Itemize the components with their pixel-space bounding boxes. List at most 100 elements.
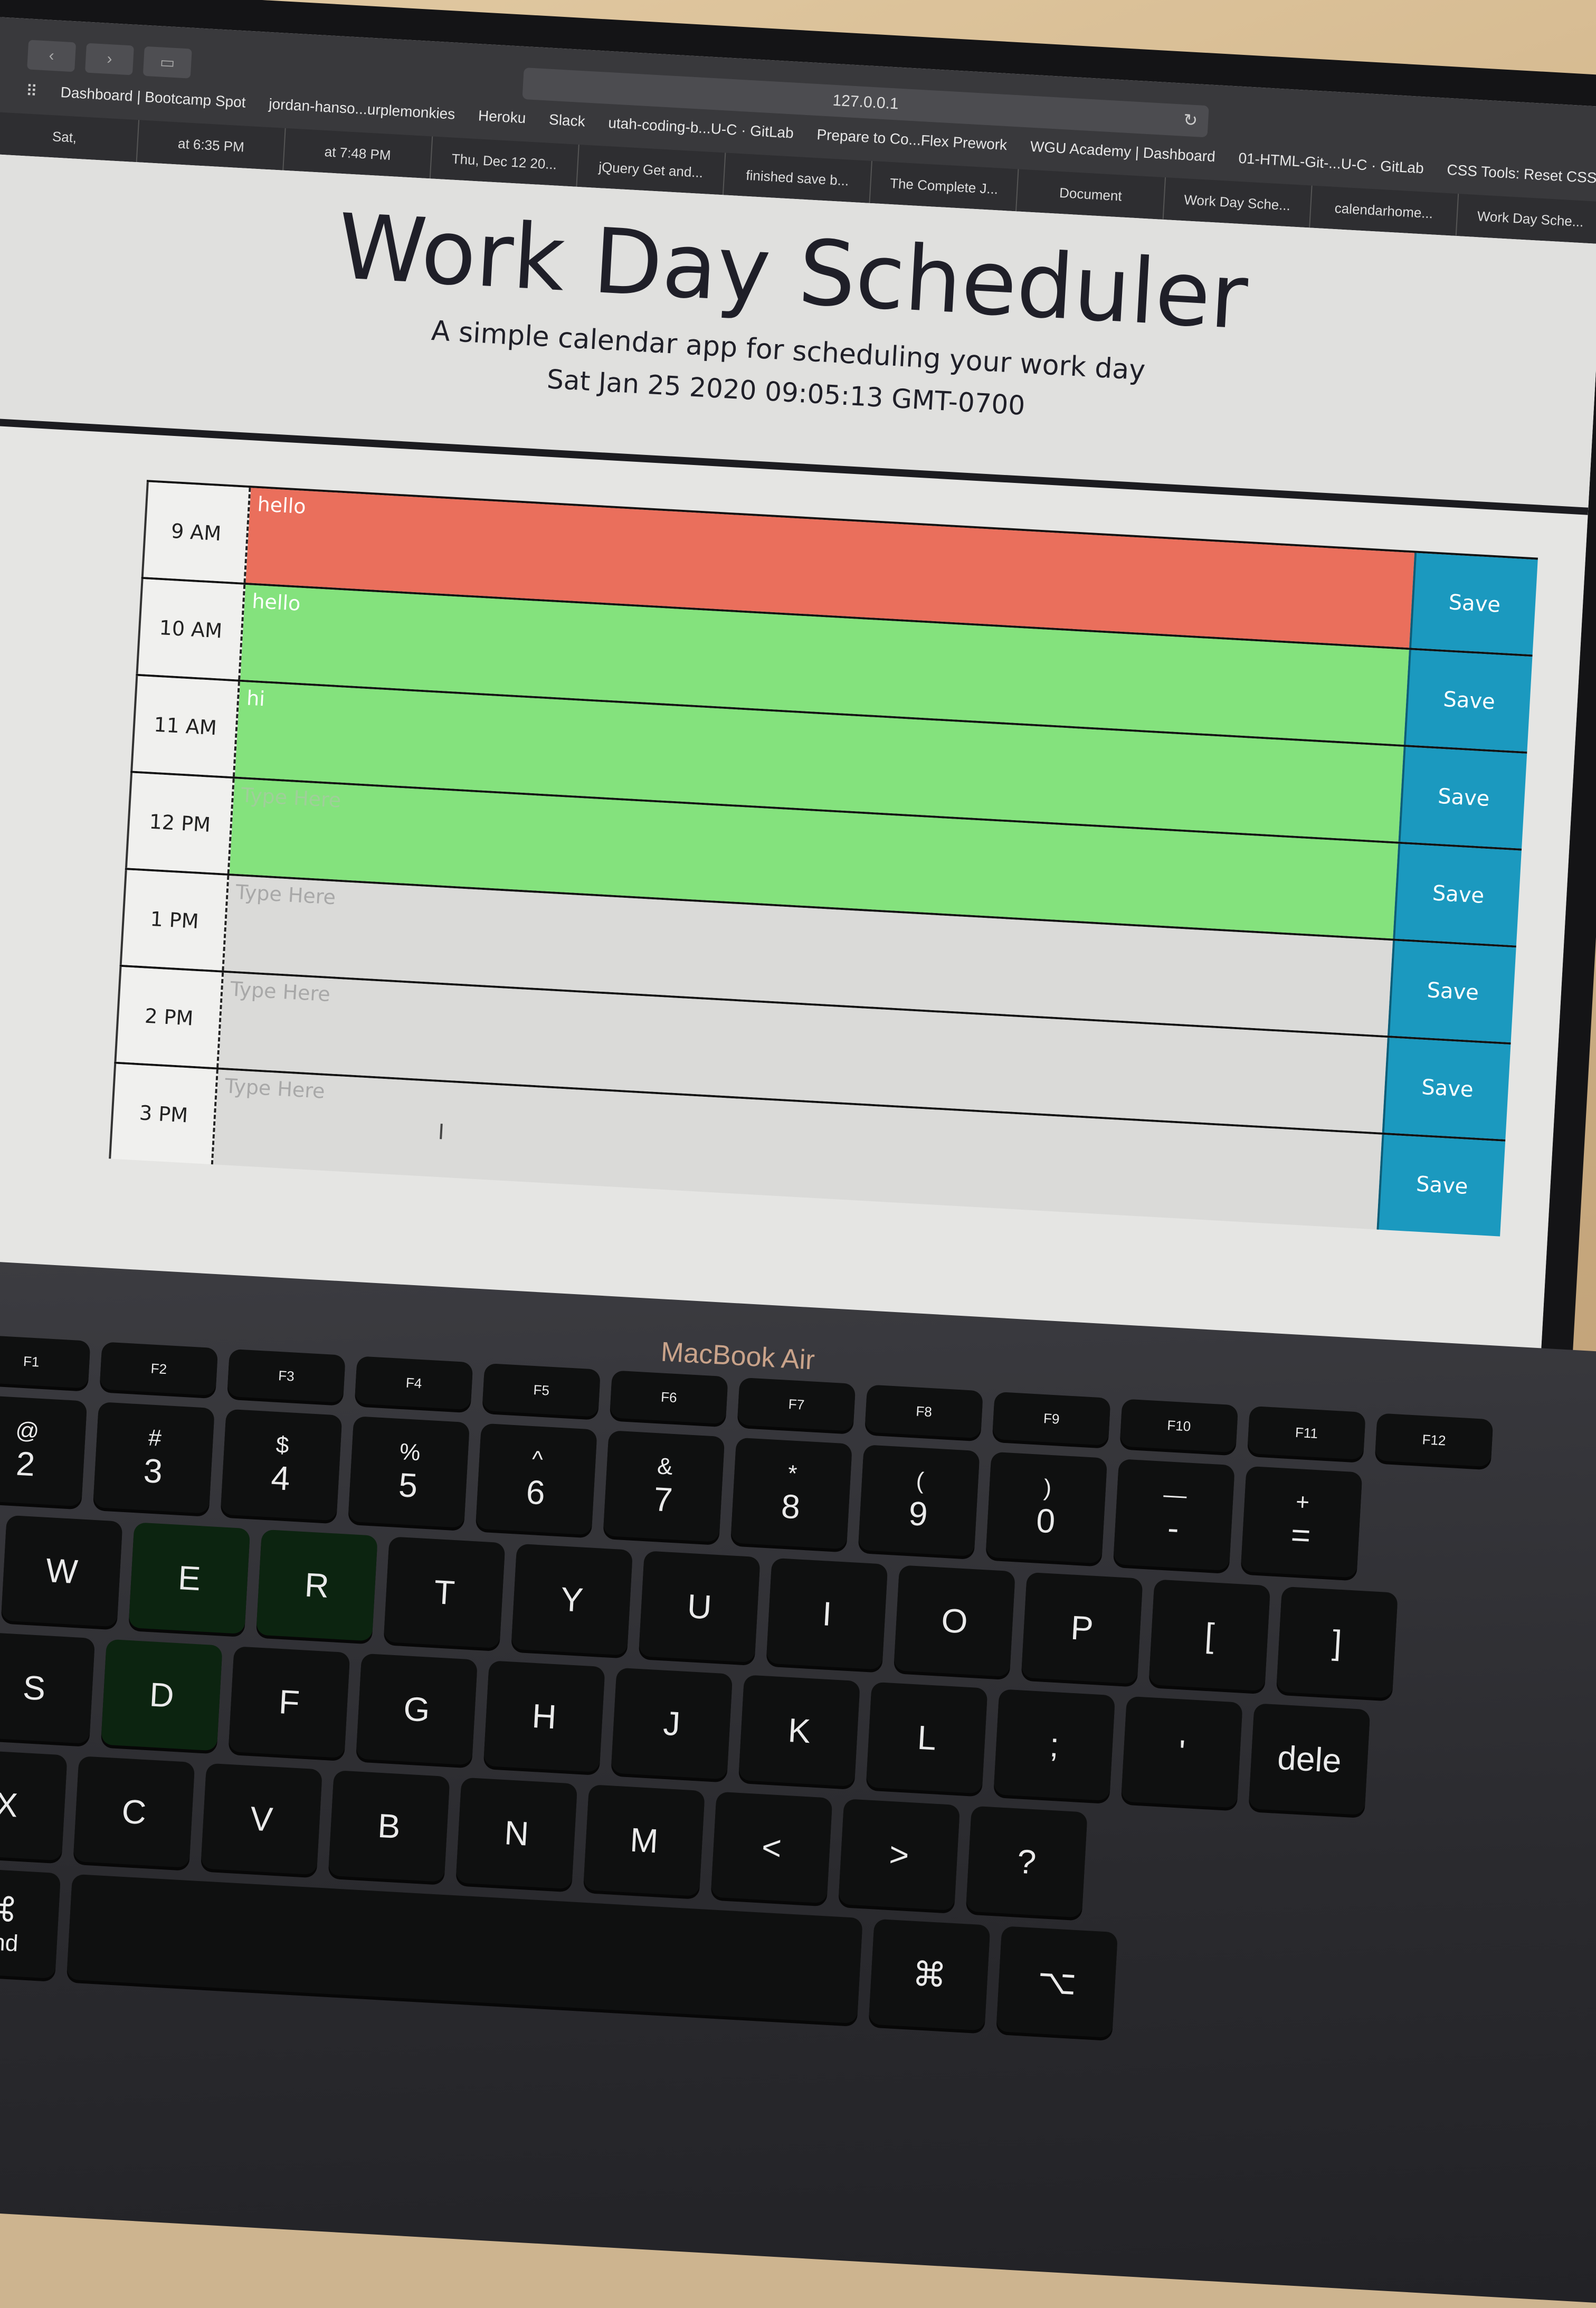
bookmark-item[interactable]: Slack <box>548 111 585 132</box>
key[interactable]: @2 <box>0 1394 88 1507</box>
key[interactable]: C <box>73 1755 195 1868</box>
address-text: 127.0.0.1 <box>832 91 899 113</box>
browser-tab[interactable]: at 6:35 PM <box>137 120 287 170</box>
reload-icon[interactable]: ↻ <box>1183 110 1198 130</box>
bookmark-item[interactable]: Prepare to Co...Flex Prework <box>816 126 1008 155</box>
bookmark-item[interactable]: CSS Tools: Reset CSS <box>1446 162 1596 188</box>
key[interactable]: E <box>128 1522 251 1635</box>
key[interactable]: < <box>710 1791 833 1904</box>
key[interactable]: #3 <box>93 1402 215 1514</box>
delete-key[interactable]: dele <box>1248 1703 1371 1816</box>
key[interactable]: K <box>738 1675 860 1787</box>
command-key[interactable]: ⌘ and <box>0 1867 61 1979</box>
key[interactable]: V <box>201 1763 322 1875</box>
key[interactable]: L <box>866 1682 988 1794</box>
browser-tab[interactable]: Work Day Sche... <box>1163 177 1313 228</box>
key[interactable]: (9 <box>858 1445 980 1557</box>
key[interactable]: ? <box>965 1806 1088 1918</box>
key-label: 4 <box>270 1458 291 1498</box>
hour-label: 12 PM <box>125 773 235 874</box>
browser-tab[interactable]: Document <box>1016 169 1166 220</box>
bookmark-item[interactable]: utah-coding-b...U-C · GitLab <box>607 115 794 144</box>
key-label: 9 <box>908 1494 929 1533</box>
sidebar-toggle-button[interactable]: ▭ <box>142 46 192 79</box>
key[interactable]: H <box>483 1660 605 1773</box>
key[interactable]: N <box>455 1777 578 1889</box>
bookmark-item[interactable]: jordan-hanso...urplemonkies <box>268 96 455 125</box>
back-button[interactable]: ‹ <box>27 40 77 72</box>
key[interactable]: % 5 <box>348 1416 470 1528</box>
apps-grid-icon[interactable]: ⠿ <box>25 82 38 101</box>
key-label: - <box>1166 1508 1180 1547</box>
bookmark-item[interactable]: Heroku <box>478 107 526 128</box>
key[interactable]: — - <box>1113 1459 1235 1571</box>
key[interactable]: ; <box>993 1689 1116 1801</box>
bookmark-item[interactable]: Dashboard | Bootcamp Spot <box>60 84 246 113</box>
key[interactable]: F2 <box>99 1342 218 1396</box>
save-button[interactable]: Save <box>1393 843 1522 946</box>
key[interactable]: Y <box>511 1543 633 1656</box>
key[interactable]: M <box>583 1784 705 1897</box>
key[interactable]: F7 <box>737 1377 856 1431</box>
save-button[interactable]: Save <box>1409 553 1538 655</box>
browser-tab[interactable]: Sat, <box>0 111 140 163</box>
save-button[interactable]: Save <box>1382 1038 1511 1139</box>
key[interactable]: & 7 <box>603 1430 725 1543</box>
key[interactable]: * 8 <box>730 1437 852 1550</box>
key[interactable]: F3 <box>227 1348 346 1403</box>
timeblock-container: 9 AM hello Save 10 AM hello Save 11 AM h… <box>109 480 1538 1237</box>
key[interactable]: F9 <box>992 1391 1111 1446</box>
browser-tab[interactable]: at 7:48 PM <box>283 128 433 179</box>
key[interactable]: D <box>100 1639 223 1751</box>
bookmark-item[interactable]: WGU Academy | Dashboard <box>1030 138 1215 167</box>
bookmark-item[interactable]: 01-HTML-Git-...U-C · GitLab <box>1238 150 1424 179</box>
key[interactable]: ^ 6 <box>475 1423 597 1535</box>
key-shift-label: @ <box>15 1417 40 1445</box>
save-button[interactable]: Save <box>1376 1134 1506 1237</box>
key[interactable]: W <box>1 1515 123 1627</box>
key[interactable]: F <box>228 1646 350 1759</box>
key-shift-label: + <box>1295 1488 1310 1516</box>
key[interactable]: F4 <box>354 1356 473 1410</box>
key[interactable]: ' <box>1120 1696 1243 1808</box>
key[interactable]: T <box>383 1536 506 1649</box>
browser-tab[interactable]: Thu, Dec 12 20... <box>430 136 580 187</box>
key[interactable]: B <box>328 1770 450 1882</box>
browser-tab[interactable]: jQuery Get and... <box>577 144 726 195</box>
key[interactable]: U <box>638 1551 761 1663</box>
key[interactable]: [ <box>1148 1579 1271 1692</box>
key[interactable]: F12 <box>1374 1413 1494 1467</box>
laptop-brand-label: MacBook Air <box>660 1336 816 1376</box>
key[interactable]: J <box>611 1667 733 1780</box>
save-button[interactable]: Save <box>1398 746 1527 849</box>
key[interactable]: P <box>1021 1572 1143 1684</box>
key[interactable]: F6 <box>610 1370 728 1424</box>
key[interactable]: S <box>0 1632 96 1744</box>
forward-button[interactable]: › <box>84 43 134 75</box>
browser-tab[interactable]: The Complete J... <box>870 161 1019 212</box>
key-label: and <box>0 1928 19 1956</box>
key[interactable]: F1 <box>0 1334 91 1389</box>
key[interactable]: ] <box>1276 1586 1398 1698</box>
browser-tab[interactable]: finished save b... <box>723 153 873 203</box>
key[interactable]: G <box>356 1653 478 1765</box>
key[interactable]: R <box>256 1529 378 1641</box>
key[interactable]: I <box>766 1557 888 1670</box>
key[interactable]: F10 <box>1119 1399 1239 1453</box>
save-button[interactable]: Save <box>1387 941 1516 1043</box>
key-label: 3 <box>142 1451 164 1490</box>
option-key[interactable]: ⌥ <box>996 1926 1118 2038</box>
key[interactable]: X <box>0 1749 68 1861</box>
key[interactable]: F11 <box>1247 1405 1366 1460</box>
command-key[interactable]: ⌘ <box>868 1918 991 2031</box>
key[interactable]: $4 <box>220 1409 343 1521</box>
browser-tab[interactable]: calendarhome... <box>1309 185 1459 236</box>
browser-tab-active[interactable]: Work Day Sche... <box>1456 194 1596 244</box>
key[interactable]: + = <box>1240 1466 1363 1578</box>
save-button[interactable]: Save <box>1403 650 1533 752</box>
key[interactable]: F8 <box>864 1384 983 1439</box>
key[interactable]: F5 <box>482 1363 601 1417</box>
key[interactable]: > <box>838 1799 961 1911</box>
key[interactable]: O <box>894 1565 1015 1677</box>
key[interactable]: ) 0 <box>985 1451 1108 1564</box>
